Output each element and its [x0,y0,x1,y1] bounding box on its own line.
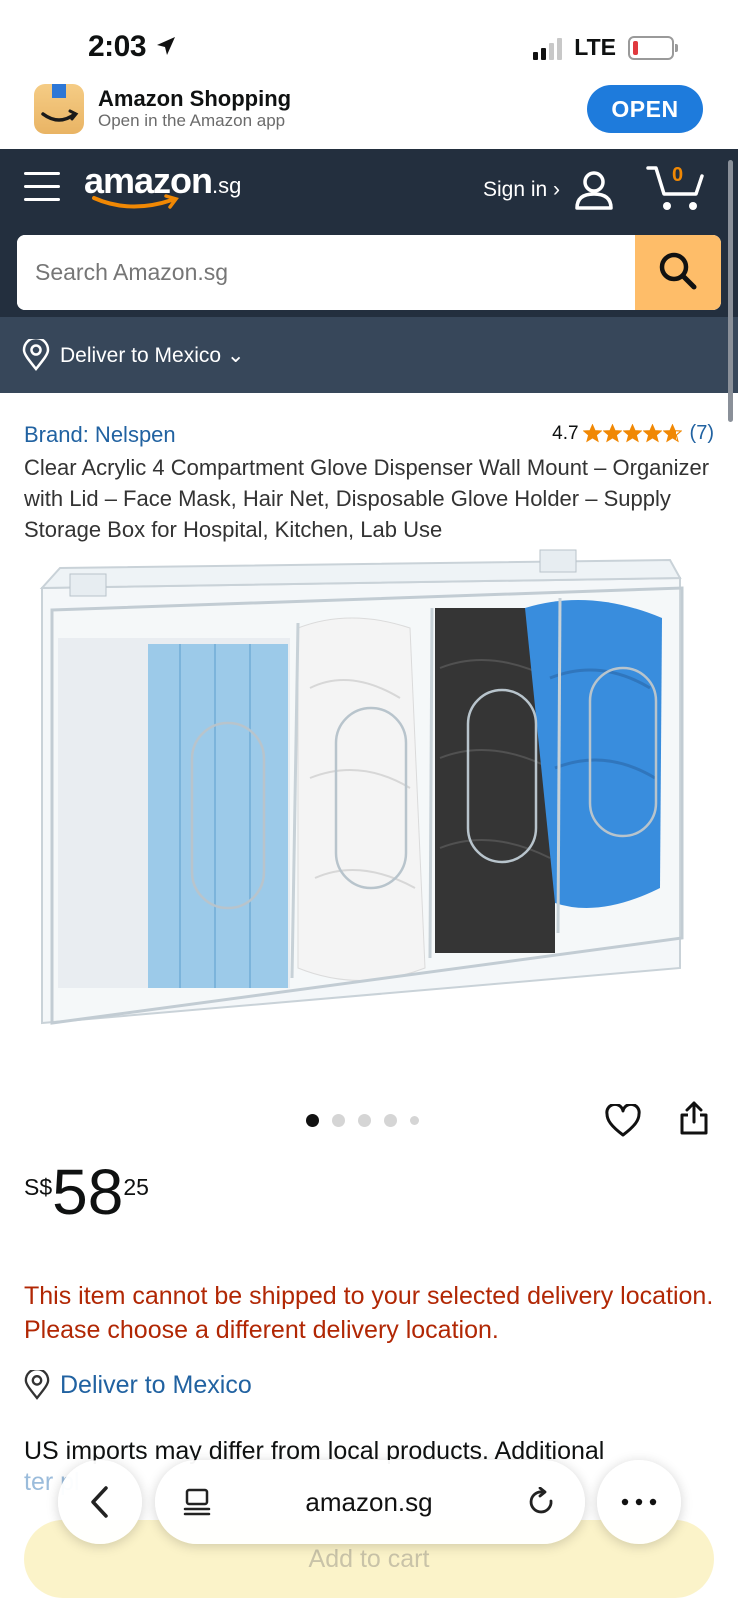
more-icon [621,1498,657,1506]
star-icon [602,424,622,443]
search-input[interactable] [17,235,637,310]
more-button[interactable] [597,1460,681,1544]
image-carousel-dots[interactable] [306,1114,419,1127]
search-icon [659,252,697,290]
amazon-logo[interactable]: amazon.sg [84,160,242,209]
carousel-dot[interactable] [384,1114,397,1127]
brand-link[interactable]: Brand: Nelspen [24,422,176,448]
carousel-dot[interactable] [332,1114,345,1127]
star-icon [622,424,642,443]
status-indicators: LTE [533,34,678,61]
logo-suffix-text: .sg [212,173,242,198]
location-pin-icon [24,1370,50,1400]
rating-count[interactable]: (7) [690,422,714,445]
rating-stars [582,424,682,443]
back-arrow-icon [91,1486,108,1518]
open-app-button[interactable]: OPEN [587,85,703,133]
menu-icon[interactable] [24,172,60,206]
app-banner-title: Amazon Shopping [98,86,292,111]
star-icon [642,424,662,443]
carousel-dot[interactable] [306,1114,319,1127]
tabs-icon[interactable] [183,1487,211,1517]
deliver-location[interactable]: Deliver to Mexico ⌄ [60,343,244,368]
rating-value: 4.7 [552,422,579,444]
sign-in-link[interactable]: Sign in › [483,178,560,202]
back-button[interactable] [58,1460,142,1544]
carousel-dot[interactable] [358,1114,371,1127]
shipping-warning: This item cannot be shipped to your sele… [24,1282,714,1344]
user-icon[interactable] [572,168,616,212]
url-text[interactable]: amazon.sg [305,1487,432,1518]
scrollbar[interactable] [728,160,733,422]
rating[interactable]: 4.7 (7) [552,422,714,445]
price-fraction: 25 [123,1174,149,1200]
status-time: 2:03 [88,30,178,64]
search-bar [17,235,721,310]
price: S$ 58 25 [24,1160,149,1224]
network-type: LTE [574,34,616,60]
reload-icon[interactable] [527,1487,557,1517]
price-currency: S$ [24,1174,53,1200]
share-icon[interactable] [679,1100,709,1136]
price-whole: 58 [52,1156,124,1228]
cart-count: 0 [672,164,684,186]
carousel-dot[interactable] [410,1116,419,1125]
deliver-to-text[interactable]: Deliver to Mexico [60,1371,252,1400]
star-icon [582,424,602,443]
deliver-to-link[interactable]: Deliver to Mexico [24,1370,252,1400]
location-arrow-icon [156,37,175,55]
star-icon [662,424,682,443]
product-image[interactable] [30,548,710,1048]
amazon-app-icon[interactable] [34,84,84,134]
signal-icon [533,36,563,60]
time-text: 2:03 [88,30,147,63]
location-pin-icon [22,339,50,371]
search-button[interactable] [635,235,721,310]
smile-icon [92,194,179,209]
battery-icon [628,35,678,60]
app-banner-subtitle: Open in the Amazon app [98,111,286,130]
url-bar[interactable]: amazon.sg [155,1460,585,1544]
product-title: Clear Acrylic 4 Compartment Glove Dispen… [24,455,710,542]
heart-icon[interactable] [605,1104,641,1138]
